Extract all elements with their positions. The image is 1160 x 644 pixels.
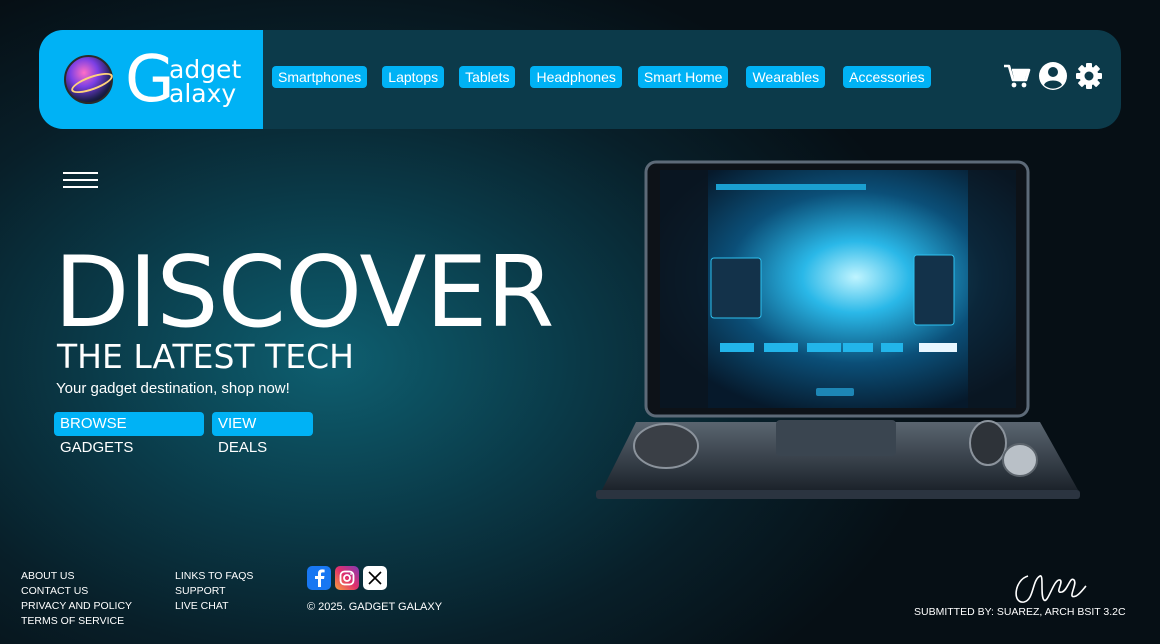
signature-mark (1015, 575, 1087, 603)
facebook-icon[interactable] (307, 566, 331, 590)
nav-wearables[interactable]: Wearables (746, 66, 826, 88)
laptop-hero-image (596, 160, 1080, 499)
footer-link-support[interactable]: SUPPORT (175, 584, 253, 599)
nav-smart-home[interactable]: Smart Home (637, 66, 729, 88)
footer-link-about[interactable]: ABOUT US (21, 569, 132, 584)
footer-links-help: LINKS TO FAQS SUPPORT LIVE CHAT (175, 569, 253, 614)
site-header: G adget alaxy Smartphones Laptops Tablet… (39, 30, 1121, 129)
hero-tagline: Your gadget destination, shop now! (56, 380, 290, 397)
user-icon[interactable] (1038, 61, 1068, 91)
gear-icon[interactable] (1074, 61, 1104, 91)
hero-headline: DISCOVER (54, 236, 554, 350)
footer-link-contact[interactable]: CONTACT US (21, 584, 132, 599)
nav-laptops[interactable]: Laptops (382, 66, 445, 88)
social-links (307, 566, 387, 590)
instagram-icon[interactable] (335, 566, 359, 590)
footer-links-company: ABOUT US CONTACT US PRIVACY AND POLICY T… (21, 569, 132, 629)
brand-initial: G (125, 43, 175, 117)
nav-smartphones[interactable]: Smartphones (272, 66, 368, 88)
header-icons (1002, 61, 1104, 91)
browse-gadgets-button[interactable]: BROWSE GADGETS (54, 412, 204, 456)
submitted-by-text: SUBMITTED BY: SUAREZ, ARCH BSIT 3.2C (914, 606, 1126, 618)
footer-link-live-chat[interactable]: LIVE CHAT (175, 599, 253, 614)
copyright-text: © 2025. GADGET GALAXY (307, 601, 443, 613)
x-icon[interactable] (363, 566, 387, 590)
cart-icon[interactable] (1002, 61, 1032, 91)
nav-accessories[interactable]: Accessories (843, 66, 931, 88)
hamburger-menu-icon[interactable] (63, 170, 98, 190)
footer-link-faqs[interactable]: LINKS TO FAQS (175, 569, 253, 584)
nav-tablets[interactable]: Tablets (459, 66, 516, 88)
footer-link-privacy[interactable]: PRIVACY AND POLICY (21, 599, 132, 614)
brand-word-bottom: alaxy (169, 79, 237, 108)
view-deals-button[interactable]: VIEW DEALS (212, 412, 313, 456)
nav-headphones[interactable]: Headphones (530, 66, 622, 88)
main-nav: Smartphones Laptops Tablets Headphones S… (272, 66, 931, 88)
footer-link-terms[interactable]: TERMS OF SERVICE (21, 614, 132, 629)
brand-logo-block[interactable]: G adget alaxy (39, 30, 263, 129)
hero-subheadline: THE LATEST TECH (57, 337, 354, 376)
planet-logo-icon (64, 55, 113, 104)
